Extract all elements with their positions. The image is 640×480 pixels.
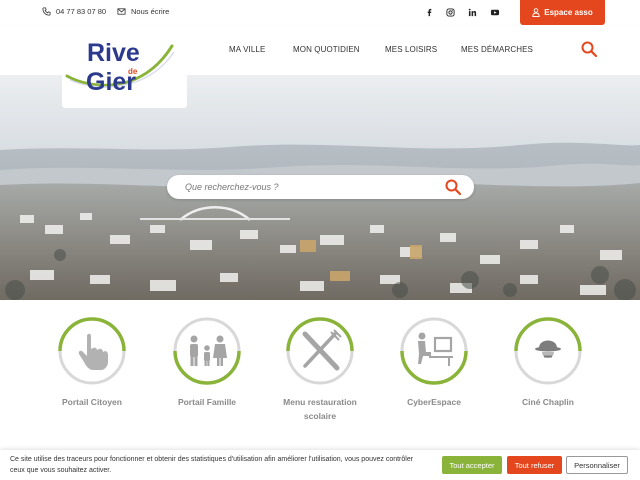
linkedin-icon[interactable] xyxy=(466,6,478,18)
espace-asso-button[interactable]: Espace asso xyxy=(520,0,605,25)
cookie-banner: Ce site utilise des traceurs pour foncti… xyxy=(0,450,640,480)
quick-link-cine-chaplin[interactable]: Ciné Chaplin xyxy=(493,316,603,409)
quick-link-label: Portail Citoyen xyxy=(62,397,122,407)
logo-word-gier: Gier xyxy=(86,68,136,96)
search-icon[interactable] xyxy=(580,40,598,58)
phone-icon xyxy=(42,7,51,16)
quick-link-cyberespace[interactable]: CyberEspace xyxy=(379,316,489,409)
youtube-icon[interactable] xyxy=(489,6,501,18)
write-label: Nous écrire xyxy=(131,7,170,16)
facebook-icon[interactable] xyxy=(423,6,435,18)
bowler-hat-icon xyxy=(514,317,582,385)
phone-link[interactable]: 04 77 83 07 80 xyxy=(42,7,106,16)
site-logo[interactable]: Rive de Gier xyxy=(62,28,187,108)
write-link[interactable]: Nous écrire xyxy=(117,7,169,16)
search-input[interactable] xyxy=(185,180,435,194)
espace-asso-label: Espace asso xyxy=(544,8,593,17)
quick-link-label: Portail Famille xyxy=(177,397,237,407)
nav-item-mes-loisirs[interactable]: MES LOISIRS xyxy=(385,45,437,54)
instagram-icon[interactable] xyxy=(444,6,456,18)
cutlery-icon xyxy=(286,317,354,385)
family-icon xyxy=(173,317,241,385)
quick-link-label: Ciné Chaplin xyxy=(522,397,574,407)
cookie-customize-button[interactable]: Personnaliser xyxy=(566,456,628,474)
hand-pointer-icon xyxy=(58,317,126,385)
quick-link-label-line1: Menu restauration xyxy=(283,397,357,407)
nav-item-ma-ville[interactable]: MA VILLE xyxy=(229,45,265,54)
quick-link-portail-famille[interactable]: Portail Famille xyxy=(152,316,262,409)
quick-link-label-line2: scolaire xyxy=(303,411,337,421)
cookie-refuse-button[interactable]: Tout refuser xyxy=(507,456,562,474)
nav-item-mon-quotidien[interactable]: MON QUOTIDIEN xyxy=(293,45,360,54)
quick-link-menu-restauration[interactable]: Menu restauration scolaire xyxy=(265,316,375,423)
search-box xyxy=(167,175,474,199)
cookie-accept-button[interactable]: Tout accepter xyxy=(442,456,502,474)
cookie-text: Ce site utilise des traceurs pour foncti… xyxy=(10,456,414,474)
quick-link-portail-citoyen[interactable]: Portail Citoyen xyxy=(37,316,147,409)
computer-user-icon xyxy=(400,317,468,385)
top-bar: 04 77 83 07 80 Nous écrire Espace asso xyxy=(0,0,640,25)
nav-item-mes-demarches[interactable]: MES DÉMARCHES xyxy=(461,45,533,54)
envelope-icon xyxy=(117,8,126,15)
search-submit-icon[interactable] xyxy=(444,178,462,196)
phone-number: 04 77 83 07 80 xyxy=(56,7,107,16)
logo-word-rive: Rive xyxy=(87,39,140,67)
user-icon xyxy=(532,8,540,17)
quick-link-label: CyberEspace xyxy=(407,397,461,407)
quick-links: Portail Citoyen Portail Famille Menu res… xyxy=(0,300,640,450)
